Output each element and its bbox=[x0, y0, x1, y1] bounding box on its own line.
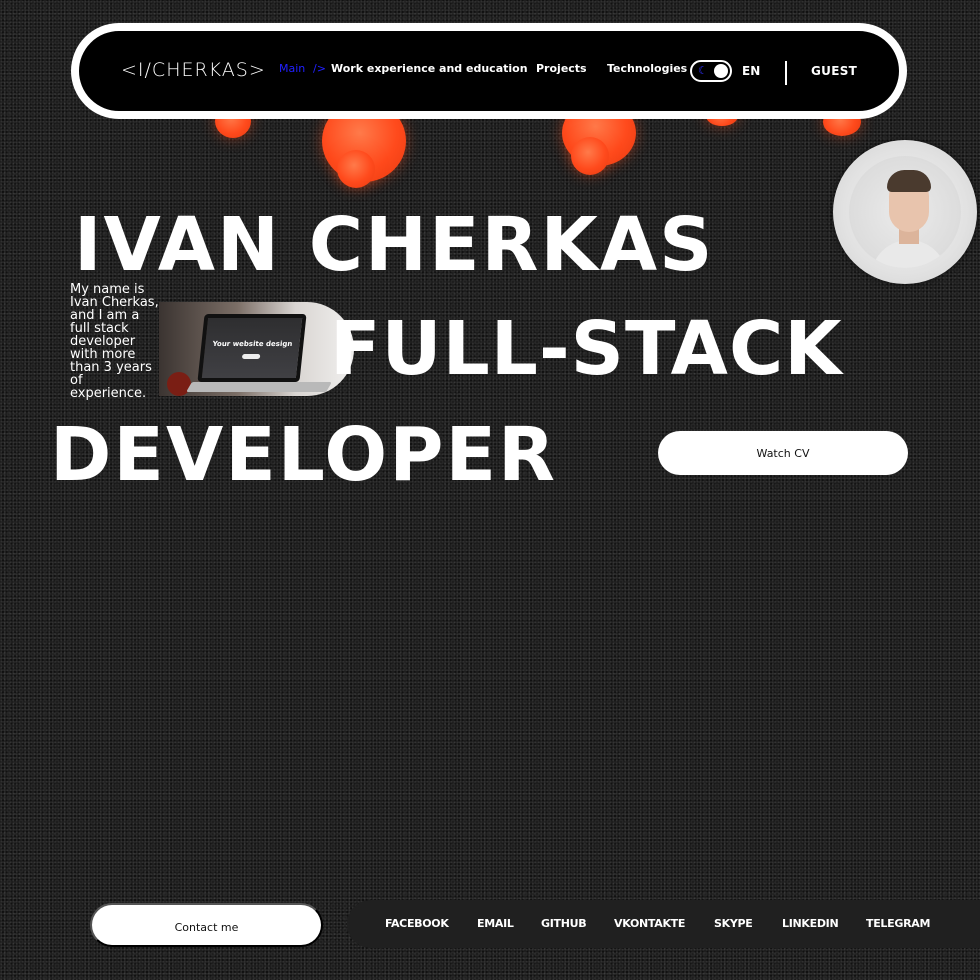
site-logo[interactable]: <I/CHERKAS> bbox=[121, 59, 266, 81]
social-link-vkontakte[interactable]: VKONTAKTE bbox=[614, 917, 685, 930]
moon-icon: ☾ bbox=[698, 64, 708, 77]
social-link-email[interactable]: EMAIL bbox=[477, 917, 514, 930]
nav-link-technologies[interactable]: Technologies bbox=[607, 62, 687, 75]
header-divider bbox=[785, 61, 787, 85]
top-navbar: <I/CHERKAS> Main /> Work experience and … bbox=[71, 23, 907, 119]
avatar-photo bbox=[849, 156, 961, 268]
hero-role-line1: FULL-STACK bbox=[330, 306, 843, 392]
watch-cv-button[interactable]: Watch CV bbox=[658, 431, 908, 475]
theme-toggle[interactable]: ☾ bbox=[690, 60, 732, 82]
intro-text: My name is Ivan Cherkas, and I am a full… bbox=[70, 282, 159, 401]
social-link-linkedin[interactable]: LINKEDIN bbox=[782, 917, 839, 930]
avatar bbox=[833, 140, 977, 284]
user-button[interactable]: GUEST bbox=[811, 64, 857, 78]
social-link-github[interactable]: GITHUB bbox=[541, 917, 587, 930]
social-link-skype[interactable]: SKYPE bbox=[714, 917, 753, 930]
nav-active-tag: /> bbox=[313, 62, 326, 75]
contact-me-button[interactable]: Contact me bbox=[90, 903, 323, 947]
decorative-blob bbox=[571, 137, 609, 175]
social-link-facebook[interactable]: FACEBOOK bbox=[385, 917, 449, 930]
decorative-blob bbox=[337, 150, 375, 188]
social-link-telegram[interactable]: TELEGRAM bbox=[866, 917, 930, 930]
toggle-knob bbox=[714, 64, 728, 78]
nav-link-projects[interactable]: Projects bbox=[536, 62, 587, 75]
nav-link-experience[interactable]: Work experience and education bbox=[331, 62, 528, 75]
hero-name: IVAN CHERKAS bbox=[74, 202, 715, 288]
language-selector[interactable]: EN bbox=[742, 64, 760, 78]
laptop-image: Your website design bbox=[159, 302, 354, 396]
laptop-screen-caption: Your website design bbox=[212, 340, 293, 348]
nav-link-main[interactable]: Main bbox=[279, 62, 305, 75]
hero-role-line2: DEVELOPER bbox=[50, 412, 557, 498]
social-links-bar: FACEBOOK EMAIL GITHUB VKONTAKTE SKYPE LI… bbox=[347, 900, 980, 948]
